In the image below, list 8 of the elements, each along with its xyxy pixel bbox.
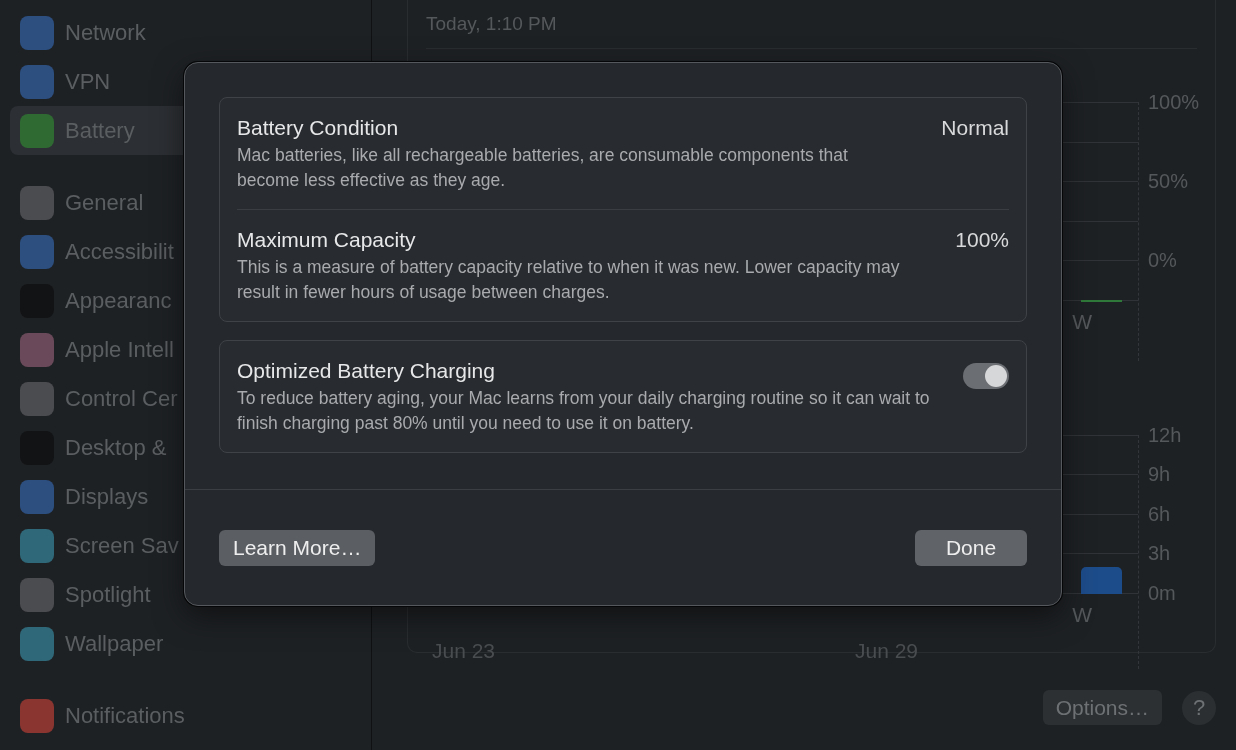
- setting-title: Optimized Battery Charging: [237, 359, 496, 383]
- setting-description: This is a measure of battery capacity relative to when it was new. Lower capacity may result in fewer hours of usage between charges.: [237, 256, 901, 304]
- setting-description: Mac batteries, like all rechargeable batteries, are consumable components that become less effective as they age.: [237, 144, 849, 192]
- setting-title: Battery Condition: [237, 116, 400, 140]
- setting-title: Maximum Capacity: [237, 228, 417, 252]
- setting-value: Normal: [941, 116, 1009, 140]
- setting-description: To reduce battery aging, your Mac learns from your daily charging routine so it can wait to finish charging past 80% until you need to use it on battery.: [237, 387, 931, 435]
- setting-value: 100%: [955, 228, 1009, 252]
